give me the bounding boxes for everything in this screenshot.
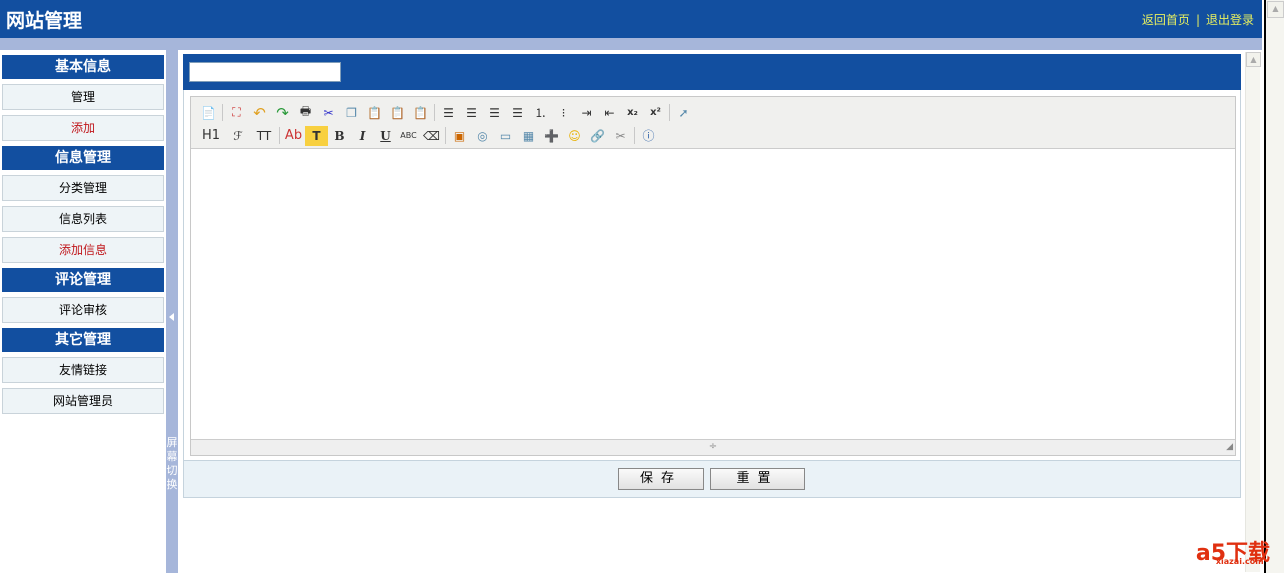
sidebar-item-comment-review[interactable]: 评论审核	[2, 297, 164, 323]
screen-toggle-label[interactable]: 屏幕切换	[166, 436, 178, 492]
back-home-link[interactable]: 返回首页	[1142, 13, 1190, 27]
top-links: 返回首页 | 退出登录	[1142, 11, 1254, 28]
font-size-dropdown[interactable]: TT	[251, 126, 277, 146]
sidebar-item-info-list[interactable]: 信息列表	[2, 206, 164, 232]
align-center-icon[interactable]: ☰	[460, 103, 483, 123]
unordered-list-icon[interactable]: ⁝	[552, 103, 575, 123]
sidebar-item-category[interactable]: 分类管理	[2, 175, 164, 201]
sidebar-item-manage[interactable]: 管理	[2, 84, 164, 110]
watermark-domain: xiazai.com	[1215, 557, 1264, 566]
resize-grip-icon[interactable]: ◢	[1226, 440, 1233, 454]
inner-scrollbar[interactable]: ▲	[1245, 52, 1261, 572]
section-comment-manage: 评论管理	[2, 268, 164, 292]
reset-button[interactable]: 重置	[710, 468, 805, 490]
font-color-icon[interactable]: Ab	[282, 126, 305, 146]
copy-icon[interactable]: ❐	[340, 103, 363, 123]
bold-icon[interactable]: B	[328, 126, 351, 146]
panel-body: 📄 ⛶ ↶ ↷ 🖶 ✂ ❐ 📋 📋 📋 ☰ ☰ ☰ ☰ ⒈ ⁝ ⇥ ⇤ x₂ x…	[183, 90, 1241, 498]
eraser-icon[interactable]: ⌫	[420, 126, 443, 146]
select-pointer-icon[interactable]: ➚	[672, 103, 695, 123]
collapse-arrow-icon[interactable]	[169, 313, 174, 321]
redo-icon[interactable]: ↷	[271, 103, 294, 123]
sidebar-item-add[interactable]: 添加	[2, 115, 164, 141]
paste-word-icon[interactable]: 📋	[409, 103, 432, 123]
paste-icon[interactable]: 📋	[363, 103, 386, 123]
help-icon[interactable]: ⓘ	[637, 126, 660, 146]
logout-link[interactable]: 退出登录	[1206, 13, 1254, 27]
main-frame: 📄 ⛶ ↶ ↷ 🖶 ✂ ❐ 📋 📋 📋 ☰ ☰ ☰ ☰ ⒈ ⁝ ⇥ ⇤ x₂ x…	[178, 48, 1262, 573]
cut-icon[interactable]: ✂	[317, 103, 340, 123]
align-left-icon[interactable]: ☰	[437, 103, 460, 123]
insert-image-icon[interactable]: ▣	[448, 126, 471, 146]
sidebar-item-admins[interactable]: 网站管理员	[2, 388, 164, 414]
site-title: 网站管理	[6, 10, 83, 32]
rich-text-editor: 📄 ⛶ ↶ ↷ 🖶 ✂ ❐ 📋 📋 📋 ☰ ☰ ☰ ☰ ⒈ ⁝ ⇥ ⇤ x₂ x…	[190, 96, 1236, 456]
insert-hr-icon[interactable]: ➕	[540, 126, 563, 146]
align-justify-icon[interactable]: ☰	[506, 103, 529, 123]
section-basic-info: 基本信息	[2, 55, 164, 79]
underline-icon[interactable]: U	[374, 126, 397, 146]
toolbar-separator	[434, 104, 435, 121]
heading-dropdown[interactable]: H1	[197, 126, 225, 146]
toolbar-separator	[445, 127, 446, 144]
font-family-dropdown[interactable]: ℱ	[225, 126, 251, 146]
insert-table-icon[interactable]: ▦	[517, 126, 540, 146]
insert-media-icon[interactable]: ▭	[494, 126, 517, 146]
sidebar: 基本信息 管理 添加 信息管理 分类管理 信息列表 添加信息 评论管理 评论审核…	[0, 48, 166, 573]
ordered-list-icon[interactable]: ⒈	[529, 103, 552, 123]
fullscreen-icon[interactable]: ⛶	[225, 103, 248, 123]
panel-header	[183, 54, 1241, 90]
section-other-manage: 其它管理	[2, 328, 164, 352]
link-separator: |	[1195, 13, 1200, 27]
watermark-logo: a5下载 xiazai.com	[1196, 535, 1270, 567]
screen-toggle-splitter[interactable]: 屏幕切换	[166, 48, 178, 573]
toolbar-separator	[634, 127, 635, 144]
sidebar-item-add-info[interactable]: 添加信息	[2, 237, 164, 263]
undo-icon[interactable]: ↶	[248, 103, 271, 123]
indent-icon[interactable]: ⇥	[575, 103, 598, 123]
toolbar-separator	[669, 104, 670, 121]
sidebar-item-links[interactable]: 友情链接	[2, 357, 164, 383]
section-info-manage: 信息管理	[2, 146, 164, 170]
superscript-icon[interactable]: x²	[644, 103, 667, 123]
outdent-icon[interactable]: ⇤	[598, 103, 621, 123]
subscript-icon[interactable]: x₂	[621, 103, 644, 123]
link-icon[interactable]: 🔗	[586, 126, 609, 146]
save-button[interactable]: 保存	[618, 468, 704, 490]
background-color-icon[interactable]: T	[305, 125, 328, 146]
form-actions: 保存 重置	[184, 460, 1240, 497]
italic-icon[interactable]: I	[351, 126, 374, 146]
editor-content-area[interactable]	[191, 149, 1235, 439]
strikethrough-icon[interactable]: ABC	[397, 126, 420, 146]
emoticon-icon[interactable]: ☺	[563, 126, 586, 146]
toolbar-separator	[222, 104, 223, 121]
editor-toolbar: 📄 ⛶ ↶ ↷ 🖶 ✂ ❐ 📋 📋 📋 ☰ ☰ ☰ ☰ ⒈ ⁝ ⇥ ⇤ x₂ x…	[191, 97, 1235, 149]
header: 网站管理 返回首页 | 退出登录	[0, 0, 1262, 38]
header-strip	[0, 38, 1262, 48]
insert-flash-icon[interactable]: ◎	[471, 126, 494, 146]
title-input[interactable]	[189, 62, 341, 82]
source-icon[interactable]: 📄	[197, 103, 220, 123]
editor-resize-bar[interactable]: ÷ ◢	[191, 439, 1235, 455]
resize-handle-icon[interactable]: ÷	[709, 441, 717, 452]
scroll-up-icon[interactable]: ▲	[1246, 52, 1261, 67]
unlink-icon[interactable]: ✂	[609, 126, 632, 146]
paste-text-icon[interactable]: 📋	[386, 103, 409, 123]
page-scrollbar[interactable]: ▲	[1264, 0, 1284, 573]
toolbar-separator	[279, 127, 280, 144]
print-icon[interactable]: 🖶	[294, 103, 317, 123]
scroll-up-icon[interactable]: ▲	[1267, 1, 1284, 18]
align-right-icon[interactable]: ☰	[483, 103, 506, 123]
